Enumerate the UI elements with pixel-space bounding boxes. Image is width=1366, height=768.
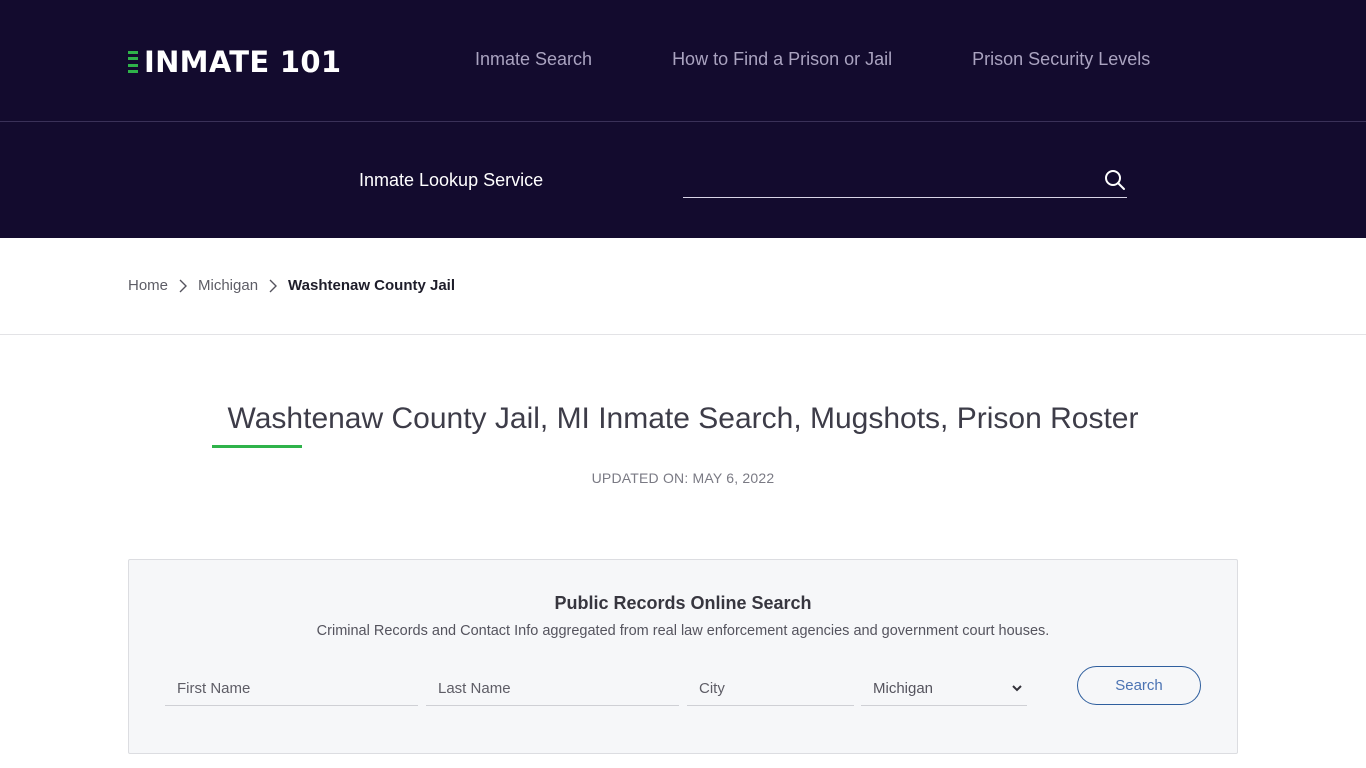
public-records-search-card: Public Records Online Search Criminal Re… (128, 559, 1238, 754)
chevron-right-icon (179, 279, 188, 292)
first-name-field (165, 672, 418, 706)
site-header: INMATE 101 Inmate Search How to Find a P… (0, 0, 1366, 238)
breadcrumb-current: Washtenaw County Jail (288, 277, 456, 294)
card-subtitle: Criminal Records and Contact Info aggreg… (316, 623, 1050, 639)
logo-text: INMATE 101 (144, 45, 342, 79)
last-name-field (426, 672, 679, 706)
lookup-search (683, 164, 1127, 198)
nav-security-levels[interactable]: Prison Security Levels (972, 49, 1150, 70)
search-button[interactable]: Search (1077, 666, 1201, 705)
logo-bars-icon (128, 51, 138, 73)
logo[interactable]: INMATE 101 (128, 45, 342, 79)
last-name-input[interactable] (426, 672, 679, 704)
updated-date: UPDATED ON: MAY 6, 2022 (591, 470, 775, 486)
lookup-search-input[interactable] (683, 164, 1083, 196)
state-field: Michigan (861, 672, 1027, 706)
breadcrumb-bar: Home Michigan Washtenaw County Jail (0, 238, 1366, 335)
lookup-label: Inmate Lookup Service (359, 170, 544, 190)
breadcrumb-michigan[interactable]: Michigan (198, 277, 258, 294)
search-icon[interactable] (1103, 168, 1127, 192)
main-nav: Inmate Search How to Find a Prison or Ja… (475, 49, 1150, 70)
breadcrumb-home[interactable]: Home (128, 277, 168, 294)
nav-bar: INMATE 101 Inmate Search How to Find a P… (0, 0, 1366, 122)
nav-find-prison[interactable]: How to Find a Prison or Jail (672, 49, 892, 70)
nav-inmate-search[interactable]: Inmate Search (475, 49, 592, 70)
chevron-right-icon (269, 279, 278, 292)
card-title: Public Records Online Search (554, 593, 812, 613)
state-select[interactable]: Michigan (861, 672, 1027, 704)
breadcrumb: Home Michigan Washtenaw County Jail (128, 277, 455, 294)
first-name-input[interactable] (165, 672, 418, 704)
page-title: Washtenaw County Jail, MI Inmate Search,… (227, 402, 1139, 435)
title-underline (212, 445, 302, 448)
city-input[interactable] (687, 672, 854, 704)
city-field (687, 672, 854, 706)
